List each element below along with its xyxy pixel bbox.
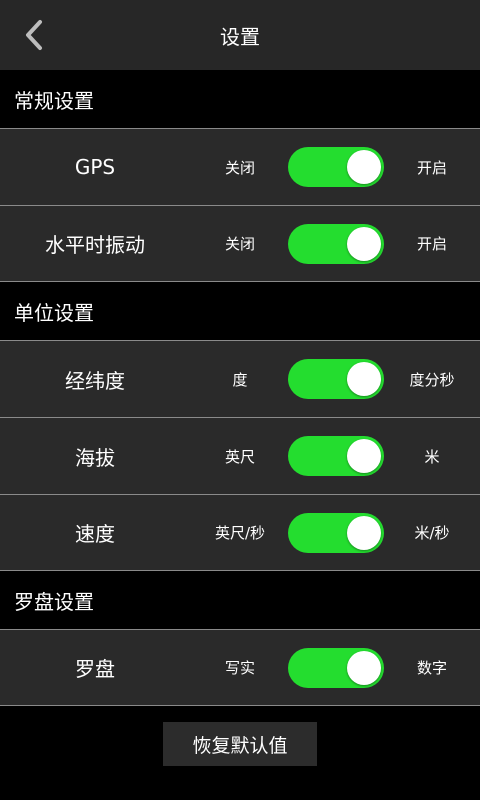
setting-row-latlng: 经纬度 度 度分秒 xyxy=(0,340,480,417)
option-right-label: 开启 xyxy=(416,158,447,177)
setting-label: 经纬度 xyxy=(65,368,125,393)
option-right-label: 米 xyxy=(424,447,440,466)
gps-toggle[interactable] xyxy=(288,147,384,187)
compass-style-toggle[interactable] xyxy=(288,647,384,688)
chevron-left-icon xyxy=(26,20,42,50)
toggle-knob xyxy=(347,226,381,261)
toggle-knob xyxy=(347,439,381,473)
setting-label: 海拔 xyxy=(75,445,115,470)
section-header-compass: 罗盘设置 xyxy=(0,571,480,629)
option-left-label: 度 xyxy=(232,370,248,389)
back-button[interactable] xyxy=(14,14,54,56)
setting-label: 速度 xyxy=(75,522,115,546)
setting-row-level-vibration: 水平时振动 关闭 开启 xyxy=(0,205,480,282)
option-right-label: 数字 xyxy=(416,659,447,677)
top-bar: 设置 xyxy=(0,0,480,70)
level-vibration-toggle[interactable] xyxy=(288,223,384,264)
section-header-general: 常规设置 xyxy=(0,70,480,128)
option-left-label: 英尺/秒 xyxy=(214,524,266,542)
toggle-knob xyxy=(347,515,381,550)
setting-row-compass: 罗盘 写实 数字 xyxy=(0,629,480,706)
option-left-label: 英尺 xyxy=(224,447,255,466)
toggle-knob xyxy=(347,650,381,685)
setting-row-gps: GPS 关闭 开启 xyxy=(0,128,480,205)
altitude-unit-toggle[interactable] xyxy=(288,436,384,476)
speed-unit-toggle[interactable] xyxy=(288,512,384,553)
latlng-format-toggle[interactable] xyxy=(288,359,384,399)
section-header-units: 单位设置 xyxy=(0,282,480,340)
page-title: 设置 xyxy=(220,24,260,49)
footer: 恢复默认值 xyxy=(0,706,480,782)
setting-row-speed: 速度 英尺/秒 米/秒 xyxy=(0,494,480,571)
option-right-label: 米/秒 xyxy=(414,524,450,542)
setting-label: 罗盘 xyxy=(75,657,115,681)
option-left-label: 关闭 xyxy=(224,235,255,253)
option-left-label: 写实 xyxy=(224,659,255,677)
toggle-knob xyxy=(347,362,381,396)
setting-row-altitude: 海拔 英尺 米 xyxy=(0,417,480,494)
setting-label: 水平时振动 xyxy=(45,233,145,257)
option-right-label: 度分秒 xyxy=(409,370,455,389)
restore-defaults-button[interactable]: 恢复默认值 xyxy=(163,722,317,766)
toggle-knob xyxy=(347,150,381,184)
option-right-label: 开启 xyxy=(416,235,447,253)
setting-label: GPS xyxy=(74,155,116,179)
option-left-label: 关闭 xyxy=(224,158,255,177)
